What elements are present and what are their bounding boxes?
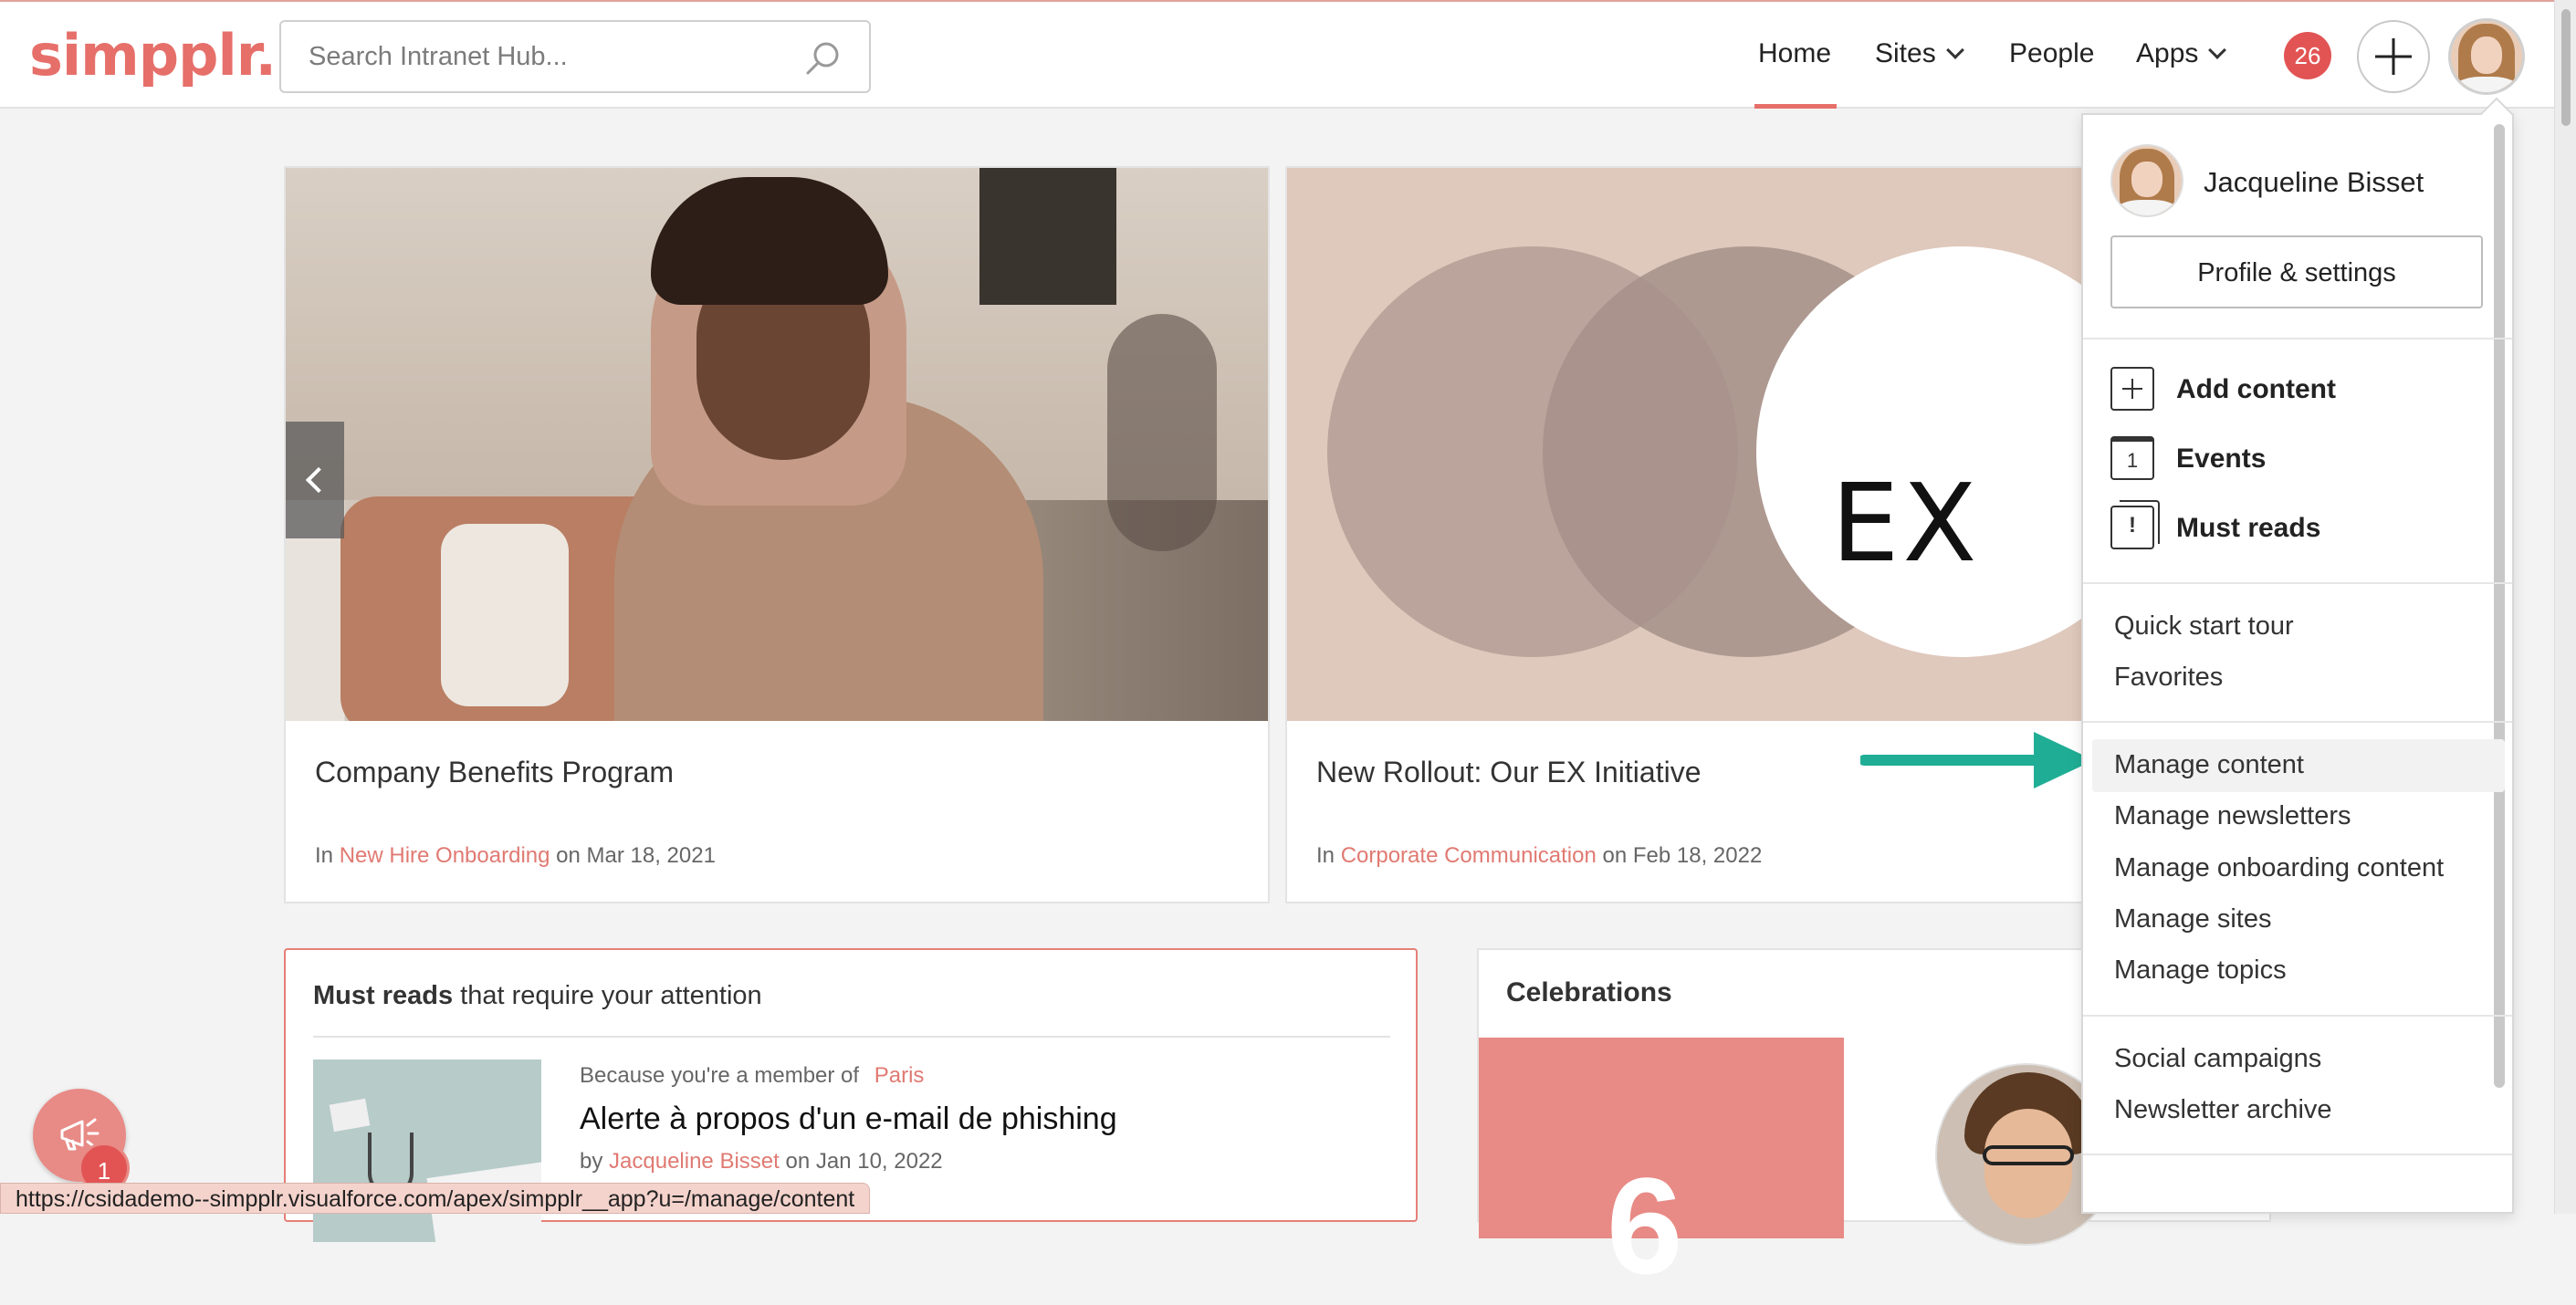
- card-title[interactable]: New Rollout: Our EX Initiative: [1316, 756, 1702, 789]
- search-box[interactable]: [279, 20, 871, 93]
- card-meta-on: on: [1602, 843, 1628, 868]
- chevron-down-icon: [1945, 41, 1964, 59]
- search-input[interactable]: [307, 38, 800, 75]
- menu-add-content[interactable]: Add content: [2110, 367, 2384, 412]
- celebrations-title: Celebrations: [1506, 977, 1672, 1007]
- calendar-icon-glyph: 1: [2126, 449, 2139, 472]
- menu-scrollbar[interactable]: [2494, 124, 2505, 1088]
- nav-sites[interactable]: Sites: [1875, 38, 1964, 69]
- nav-sites-label: Sites: [1875, 38, 1936, 68]
- menu-must-reads-label: Must reads: [2176, 513, 2321, 543]
- nav-home[interactable]: Home: [1758, 38, 1831, 69]
- menu-events[interactable]: 1 Events: [2110, 436, 2384, 482]
- menu-manage-onboarding-content[interactable]: Manage onboarding content: [2114, 853, 2444, 883]
- nav-apps[interactable]: Apps: [2136, 38, 2227, 69]
- chevron-down-icon: [2208, 41, 2227, 59]
- user-avatar[interactable]: [2448, 18, 2525, 95]
- must-read-reason-text: Because you're a member of: [580, 1063, 860, 1088]
- card-meta: In New Hire Onboarding on Mar 18, 2021: [315, 843, 716, 869]
- card-date: Feb 18, 2022: [1632, 843, 1763, 868]
- add-content-icon: [2110, 367, 2154, 411]
- card-image[interactable]: [286, 168, 1268, 721]
- menu-manage-newsletters[interactable]: Manage newsletters: [2114, 801, 2351, 831]
- card-site-link[interactable]: New Hire Onboarding: [340, 843, 550, 868]
- profile-menu: Jacqueline Bisset Profile & settings Add…: [2081, 113, 2514, 1214]
- celebration-tile[interactable]: 6: [1479, 1038, 1844, 1302]
- must-read-on: on: [785, 1149, 811, 1174]
- must-read-date: Jan 10, 2022: [815, 1149, 943, 1174]
- menu-social-campaigns[interactable]: Social campaigns: [2114, 1044, 2321, 1074]
- menu-newsletter-archive[interactable]: Newsletter archive: [2114, 1095, 2332, 1125]
- must-reads-panel: Must reads that require your attention B…: [284, 948, 1418, 1242]
- menu-add-content-label: Add content: [2176, 374, 2336, 404]
- nav-apps-label: Apps: [2136, 38, 2199, 68]
- nav-people[interactable]: People: [2009, 38, 2094, 69]
- card-meta-in: In: [315, 843, 334, 868]
- card-date: Mar 18, 2021: [586, 843, 716, 868]
- card-meta-on: on: [556, 843, 581, 868]
- menu-user-name: Jacqueline Bisset: [2204, 166, 2424, 198]
- celebration-number: 6: [1607, 1149, 1683, 1302]
- menu-favorites[interactable]: Favorites: [2114, 663, 2223, 693]
- profile-settings-button[interactable]: Profile & settings: [2110, 235, 2483, 308]
- must-read-title[interactable]: Alerte à propos d'un e-mail de phishing: [580, 1101, 1117, 1137]
- nav-active-indicator: [1754, 104, 1837, 109]
- carousel-prev-button[interactable]: [286, 422, 344, 538]
- card-image[interactable]: EX: [1287, 168, 2141, 721]
- divider: [2083, 721, 2512, 723]
- menu-must-reads[interactable]: ! Must reads: [2110, 500, 2384, 551]
- must-reads-icon-glyph: !: [2129, 513, 2136, 538]
- must-reads-heading: Must reads that require your attention: [313, 981, 762, 1011]
- carousel-card[interactable]: Company Benefits Program In New Hire Onb…: [284, 166, 1270, 903]
- must-read-group-link[interactable]: Paris: [874, 1063, 925, 1088]
- search-icon[interactable]: [803, 38, 843, 78]
- divider: [2083, 338, 2512, 339]
- page-scrollbar-thumb[interactable]: [2561, 9, 2571, 126]
- simpplr-logo[interactable]: simpplr.: [29, 22, 277, 89]
- divider: [2083, 1015, 2512, 1017]
- must-reads-icon: !: [2110, 500, 2160, 549]
- must-read-reason: Because you're a member of Paris: [580, 1063, 924, 1089]
- menu-events-label: Events: [2176, 444, 2267, 474]
- calendar-icon: 1: [2110, 436, 2154, 480]
- card-meta-in: In: [1316, 843, 1335, 868]
- card-meta: In Corporate Communication on Feb 18, 20…: [1316, 843, 1762, 869]
- menu-manage-content[interactable]: Manage content: [2114, 750, 2304, 780]
- must-read-thumbnail[interactable]: [313, 1060, 541, 1242]
- menu-avatar: [2110, 144, 2183, 217]
- menu-manage-topics[interactable]: Manage topics: [2114, 955, 2287, 986]
- arrow-right-icon: [1860, 732, 2094, 788]
- card-site-link[interactable]: Corporate Communication: [1341, 843, 1597, 868]
- must-read-author-link[interactable]: Jacqueline Bisset: [609, 1149, 780, 1174]
- must-reads-heading-rest: that require your attention: [460, 981, 762, 1010]
- divider: [2083, 1154, 2512, 1155]
- menu-manage-sites[interactable]: Manage sites: [2114, 904, 2272, 934]
- card-image-text: EX: [1831, 460, 1981, 586]
- must-read-by: by: [580, 1149, 603, 1174]
- card-title[interactable]: Company Benefits Program: [315, 756, 674, 789]
- notifications-badge[interactable]: 26: [2284, 32, 2331, 79]
- create-button[interactable]: [2357, 20, 2430, 93]
- menu-quick-start-tour[interactable]: Quick start tour: [2114, 611, 2294, 642]
- must-read-byline: by Jacqueline Bisset on Jan 10, 2022: [580, 1149, 943, 1174]
- page-scrollbar[interactable]: [2554, 0, 2576, 1214]
- must-reads-heading-bold: Must reads: [313, 981, 454, 1010]
- carousel-card[interactable]: EX New Rollout: Our EX Initiative In Cor…: [1285, 166, 2143, 903]
- browser-status-url: https://csidademo--simpplr.visualforce.c…: [0, 1183, 871, 1214]
- top-header: simpplr. Home Sites People Apps 26: [0, 0, 2554, 109]
- divider: [2083, 582, 2512, 584]
- divider: [313, 1036, 1390, 1038]
